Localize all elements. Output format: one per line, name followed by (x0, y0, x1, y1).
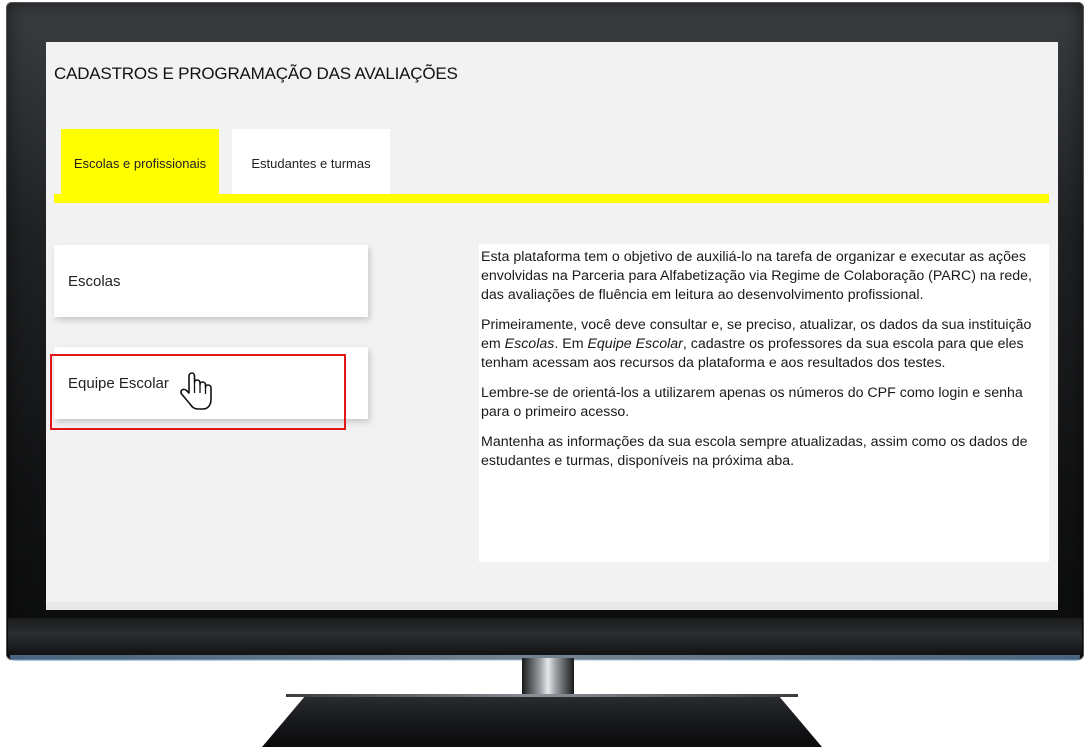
screen-bottom-strip (46, 602, 1058, 610)
info-text-panel: Esta plataforma tem o objetivo de auxili… (479, 244, 1049, 562)
tab-escolas-e-profissionais[interactable]: Escolas e profissionais (61, 129, 219, 197)
tab-estudantes-e-turmas[interactable]: Estudantes e turmas (232, 129, 390, 197)
info-paragraph-3: Lembre-se de orientá-los a utilizarem ap… (481, 385, 1023, 420)
card-escolas-label: Escolas (68, 272, 121, 290)
info-paragraph-1: Esta plataforma tem o objetivo de auxili… (481, 249, 1032, 303)
info-paragraph-4: Mantenha as informações da sua escola se… (481, 434, 1028, 469)
monitor-scene: CADASTROS E PROGRAMAÇÃO DAS AVALIAÇÕES E… (0, 0, 1086, 747)
hand-pointer-icon (180, 372, 212, 410)
info-paragraph-2: Primeiramente, você deve consultar e, se… (481, 317, 1032, 371)
card-escolas[interactable]: Escolas (54, 245, 368, 317)
monitor-bottom-edge (8, 618, 1082, 658)
monitor-stand-highlight (286, 694, 798, 697)
monitor-stand-base (262, 694, 822, 747)
page-title: CADASTROS E PROGRAMAÇÃO DAS AVALIAÇÕES (54, 64, 458, 83)
tab-underline (54, 194, 1049, 203)
screen: CADASTROS E PROGRAMAÇÃO DAS AVALIAÇÕES E… (46, 42, 1058, 610)
